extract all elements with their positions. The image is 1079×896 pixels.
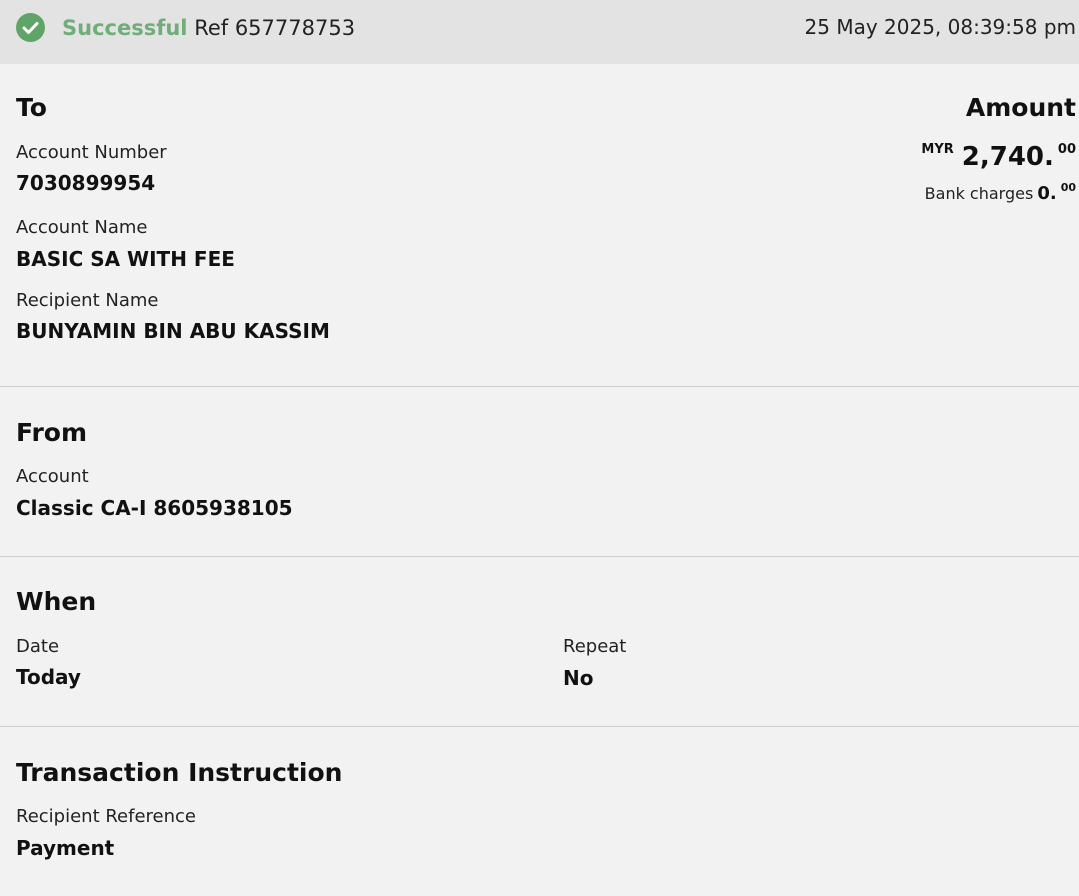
reference-number: Ref 657778753 bbox=[194, 16, 356, 40]
account-number-value: 7030899954 bbox=[16, 171, 156, 195]
bank-charges-cents: 00 bbox=[1060, 181, 1076, 194]
repeat-label: Repeat bbox=[563, 636, 627, 657]
instruction-section-title: Transaction Instruction bbox=[16, 758, 343, 787]
currency-code: MYR bbox=[921, 142, 954, 157]
recipient-reference-label: Recipient Reference bbox=[16, 806, 196, 827]
from-section-title: From bbox=[16, 418, 88, 447]
amount-main: 2,740. bbox=[961, 142, 1054, 172]
divider bbox=[0, 556, 1079, 557]
bank-charges-main: 0. bbox=[1037, 183, 1057, 204]
recipient-name-label: Recipient Name bbox=[16, 290, 159, 311]
from-account-value: Classic CA-I 8605938105 bbox=[16, 496, 293, 520]
when-section-title: When bbox=[16, 587, 97, 616]
bank-charges-label: Bank charges bbox=[924, 184, 1034, 203]
account-name-value: BASIC SA WITH FEE bbox=[16, 247, 235, 271]
divider bbox=[0, 726, 1079, 727]
status-label: Successful bbox=[62, 16, 188, 40]
to-section-title: To bbox=[16, 93, 47, 122]
amount-title: Amount bbox=[965, 93, 1076, 122]
account-number-label: Account Number bbox=[16, 142, 167, 163]
recipient-reference-value: Payment bbox=[16, 836, 115, 860]
account-name-label: Account Name bbox=[16, 217, 148, 238]
check-circle-icon bbox=[16, 13, 45, 42]
transaction-timestamp: 25 May 2025, 08:39:58 pm bbox=[804, 15, 1076, 39]
amount-cents: 00 bbox=[1057, 142, 1076, 157]
repeat-value: No bbox=[563, 666, 594, 690]
status-bar: Successful Ref 657778753 25 May 2025, 08… bbox=[0, 0, 1079, 64]
status-summary: Successful Ref 657778753 bbox=[62, 14, 355, 42]
from-account-label: Account bbox=[16, 466, 89, 487]
divider bbox=[0, 386, 1079, 387]
bank-charges: Bank charges 0. 00 bbox=[925, 181, 1076, 204]
date-label: Date bbox=[16, 636, 60, 657]
amount-value: MYR 2,740. 00 bbox=[921, 142, 1076, 172]
date-value: Today bbox=[16, 665, 81, 689]
recipient-name-value: BUNYAMIN BIN ABU KASSIM bbox=[16, 319, 330, 343]
